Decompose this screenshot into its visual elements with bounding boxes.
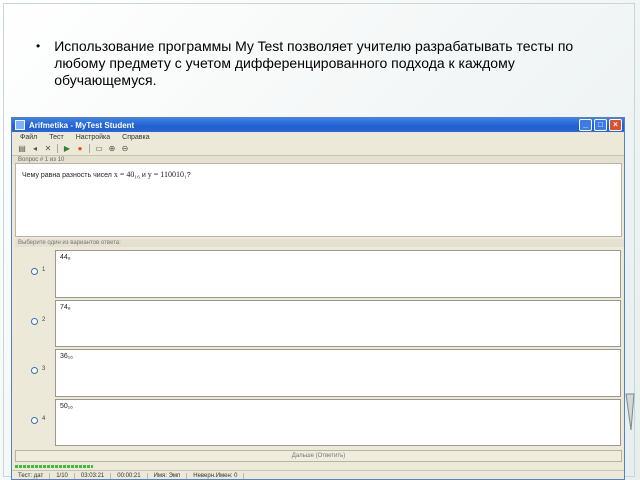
question-text: Чему равна разность чисел — [22, 172, 112, 179]
answer-box[interactable]: 50₁₆ — [55, 398, 621, 446]
status-user: Имя: Эмп — [148, 473, 188, 479]
zoom-out-icon[interactable]: ⊖ — [121, 144, 129, 153]
answer-row[interactable]: 1 44₈ — [15, 249, 622, 299]
answers-header: Выберите один из вариантов ответа: — [15, 239, 624, 247]
slide-bullet: • Использование программы My Test позвол… — [36, 38, 606, 89]
answer-text: 36₁₆ — [60, 353, 73, 360]
pen-cursor-icon — [625, 393, 635, 431]
answer-radio[interactable] — [31, 268, 38, 275]
answer-text: 44₈ — [60, 254, 71, 261]
answer-radio[interactable] — [31, 416, 38, 424]
back-icon[interactable]: ◂ — [31, 144, 39, 153]
answer-row[interactable]: 2 74₈ — [15, 299, 622, 349]
question-panel: Чему равна разность чисел x = 40₁₆ и y =… — [15, 163, 622, 237]
bullet-dot: • — [36, 39, 41, 53]
answer-radio[interactable] — [31, 317, 38, 325]
answer-text: 74₈ — [60, 303, 71, 311]
progress-bar — [15, 465, 93, 468]
menu-bar: Файл Тест Настройка Справка — [12, 132, 624, 142]
close-test-icon[interactable]: ✕ — [44, 144, 52, 153]
menu-file[interactable]: Файл — [20, 134, 37, 141]
toolbar-separator — [57, 144, 58, 153]
app-icon — [15, 120, 25, 130]
question-conj: и — [141, 172, 146, 179]
toolbar-separator — [89, 144, 90, 153]
menu-settings[interactable]: Настройка — [76, 134, 110, 141]
answer-number: 1 — [42, 267, 46, 273]
status-bar: Тест: дат 1/10 03:03:21 00:00:21 Имя: Эм… — [12, 470, 624, 479]
window-title: Arifmetika - MyTest Student — [29, 120, 135, 130]
status-question-count: 1/10 — [50, 473, 75, 479]
answer-box[interactable]: 44₈ — [55, 250, 621, 298]
minimize-button[interactable]: _ — [579, 119, 592, 131]
menu-help[interactable]: Справка — [122, 134, 149, 141]
answer-box[interactable]: 74₈ — [55, 299, 621, 347]
status-time-total: 03:03:21 — [75, 473, 112, 479]
answer-number: 3 — [42, 366, 46, 372]
answers-list: 1 44₈ 2 74₈ 3 36₁₆ 4 50₁₆ — [15, 249, 622, 447]
bullet-text: Использование программы My Test позволяе… — [54, 38, 574, 88]
answer-number: 2 — [42, 316, 46, 323]
status-errors: Неверн.Имен: 0 — [187, 473, 245, 479]
menu-test[interactable]: Тест — [49, 134, 63, 141]
stop-icon[interactable]: ● — [76, 144, 84, 153]
status-test: Тест: дат — [12, 473, 51, 479]
answer-text: 50₁₆ — [60, 402, 73, 410]
question-formula-b: y = 110010₁ — [147, 170, 187, 179]
next-button[interactable]: Дальше (Ответить) — [15, 450, 622, 462]
answer-radio[interactable] — [31, 367, 38, 374]
answer-row[interactable]: 3 36₁₆ — [15, 348, 622, 398]
answer-number: 4 — [42, 415, 46, 422]
close-button[interactable]: × — [609, 119, 622, 131]
play-icon[interactable]: ▶ — [63, 144, 71, 153]
zoom-in-icon[interactable]: ⊕ — [108, 144, 116, 153]
open-icon[interactable]: ▤ — [18, 144, 26, 153]
window-titlebar[interactable]: Arifmetika - MyTest Student _ □ × — [12, 118, 624, 132]
comment-icon[interactable]: ▭ — [95, 144, 103, 153]
question-formula-a: x = 40₁₆ — [113, 170, 140, 179]
toolbar: ▤ ◂ ✕ ▶ ● ▭ ⊕ ⊖ — [12, 142, 624, 156]
status-time-elapsed: 00:00:21 — [111, 473, 148, 479]
question-end: ? — [186, 172, 191, 179]
maximize-button[interactable]: □ — [594, 119, 607, 131]
answer-box[interactable]: 36₁₆ — [55, 349, 621, 397]
answer-row[interactable]: 4 50₁₆ — [15, 398, 622, 448]
mytest-window: Arifmetika - MyTest Student _ □ × Файл Т… — [11, 117, 625, 480]
